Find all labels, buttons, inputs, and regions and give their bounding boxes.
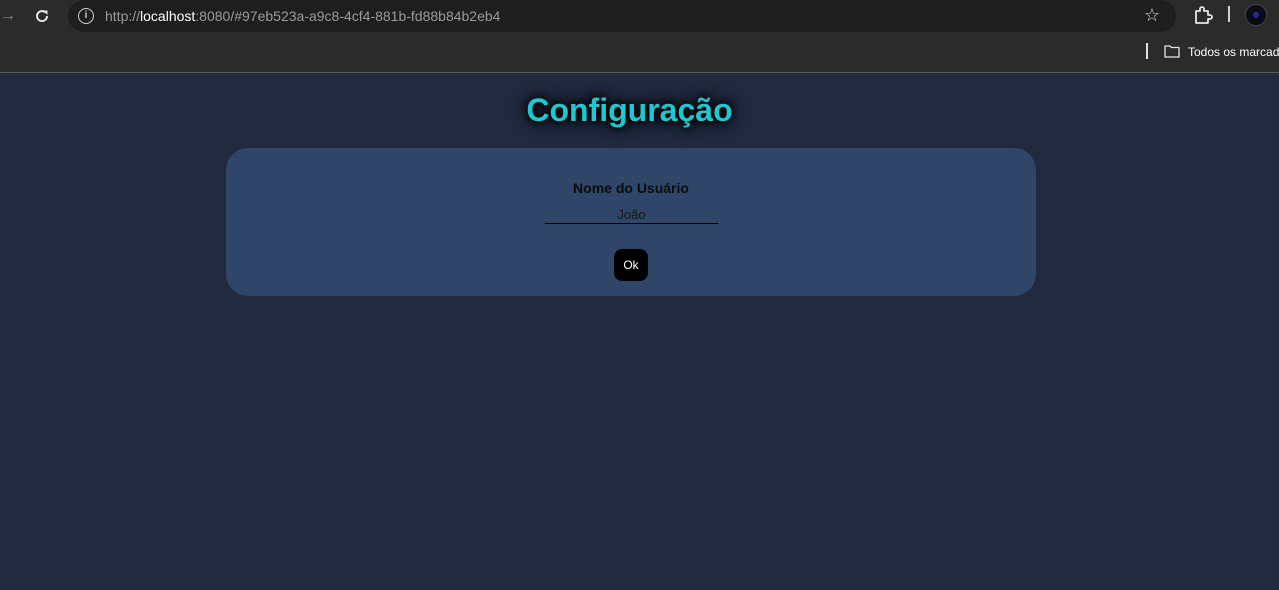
username-input[interactable] bbox=[545, 205, 718, 224]
url-text[interactable]: http://localhost:8080/#97eb523a-a9c8-4cf… bbox=[105, 7, 500, 25]
extensions-icon[interactable] bbox=[1192, 4, 1214, 26]
folder-icon[interactable] bbox=[1164, 44, 1180, 58]
page-title: Configuração bbox=[526, 92, 733, 128]
bookmarks-folder-label[interactable]: Todos os marcado bbox=[1188, 44, 1279, 60]
settings-card: Nome do Usuário Ok bbox=[226, 148, 1036, 296]
star-icon[interactable]: ☆ bbox=[1142, 5, 1162, 25]
info-icon[interactable]: i bbox=[78, 8, 94, 24]
bookmarks-bar bbox=[0, 35, 1279, 73]
forward-icon[interactable]: → bbox=[0, 6, 16, 26]
url-rest: :8080/#97eb523a-a9c8-4cf4-881b-fd88b84b2… bbox=[195, 8, 501, 24]
url-host: localhost bbox=[140, 8, 196, 24]
toolbar-divider bbox=[1228, 6, 1230, 22]
username-label: Nome do Usuário bbox=[573, 180, 689, 196]
reload-icon[interactable] bbox=[33, 6, 51, 26]
ok-button[interactable]: Ok bbox=[614, 249, 648, 281]
profile-avatar[interactable] bbox=[1245, 4, 1267, 26]
bookmarks-divider bbox=[1146, 43, 1148, 59]
browser-toolbar: → i http://localhost:8080/#97eb523a-a9c8… bbox=[0, 0, 1279, 35]
address-bar[interactable]: i http://localhost:8080/#97eb523a-a9c8-4… bbox=[68, 0, 1176, 32]
url-scheme: http:// bbox=[105, 8, 141, 24]
